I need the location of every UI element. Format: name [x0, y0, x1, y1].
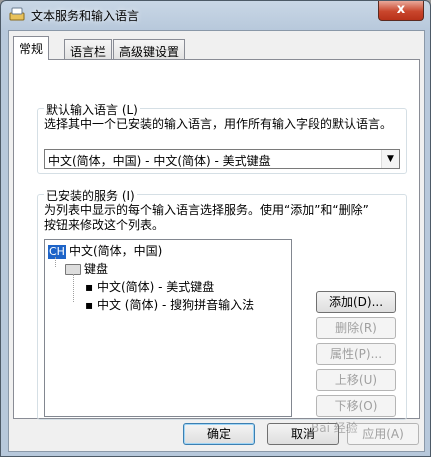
tab-language-bar[interactable]: 语言栏: [64, 39, 113, 59]
bullet-icon: ▪: [85, 280, 97, 294]
language-badge: CH: [48, 244, 66, 259]
installed-services-title: 已安装的服务 (I): [44, 187, 137, 204]
tree-item-label: 中文(简体) - 美式键盘: [96, 280, 215, 294]
app-icon: [9, 7, 25, 21]
add-button[interactable]: 添加(D)...: [316, 291, 396, 313]
close-button[interactable]: x: [378, 1, 424, 21]
installed-services-description-1: 为列表中显示的每个输入语言选择服务。使用“添加”和“删除”: [44, 203, 369, 217]
default-language-description: 选择其中一个已安装的输入语言，用作所有输入字段的默认语言。: [44, 117, 393, 131]
default-language-value: 中文(简体，中国) - 中文(简体) - 美式键盘: [48, 154, 271, 168]
default-language-group: 默认输入语言 (L) 选择其中一个已安装的输入语言，用作所有输入字段的默认语言。…: [37, 101, 407, 174]
move-up-button[interactable]: 上移(U): [316, 369, 396, 391]
installed-services-description-2: 按钮来修改这个列表。: [44, 218, 165, 232]
tree-connector: [55, 257, 56, 267]
bullet-icon: ▪: [85, 298, 97, 312]
tree-item-label: 中文 (简体) - 搜狗拼音输入法: [96, 298, 255, 312]
dialog-client: 常规 语言栏 高级键设置 默认输入语言 (L) 选择其中一个已安装的输入语言，用…: [8, 30, 425, 452]
installed-services-group: 已安装的服务 (I) 为列表中显示的每个输入语言选择服务。使用“添加”和“删除”…: [37, 187, 407, 420]
tree-keyboard-label: 键盘: [84, 262, 109, 276]
tree-node-language[interactable]: CH 中文(简体，中国): [48, 242, 162, 259]
chevron-down-icon[interactable]: ▼: [381, 150, 399, 168]
default-language-select[interactable]: 中文(简体，中国) - 中文(简体) - 美式键盘 ▼: [44, 149, 400, 169]
move-down-button[interactable]: 下移(O): [316, 395, 396, 417]
tree-connector: [73, 274, 74, 302]
tab-advanced-key-settings[interactable]: 高级键设置: [113, 39, 186, 59]
ok-button[interactable]: 确定: [183, 423, 255, 445]
installed-services-tree[interactable]: CH 中文(简体，中国) 键盘 ▪ 中文(简体) - 美式键盘 ▪ 中文 (简体)…: [44, 239, 292, 417]
watermark: Bai 经验: [311, 421, 358, 435]
tab-panel-general: 默认输入语言 (L) 选择其中一个已安装的输入语言，用作所有输入字段的默认语言。…: [13, 59, 420, 420]
tree-language-label: 中文(简体，中国): [68, 244, 163, 258]
tree-node-keyboard[interactable]: 键盘: [65, 260, 108, 277]
remove-button[interactable]: 删除(R): [316, 317, 396, 339]
window-title: 文本服务和输入语言: [31, 9, 140, 23]
tab-general[interactable]: 常规: [13, 36, 50, 60]
properties-button[interactable]: 属性(P)...: [316, 343, 396, 365]
default-language-title: 默认输入语言 (L): [44, 101, 140, 118]
dialog-window: 文本服务和输入语言 x 常规 语言栏 高级键设置 默认输入语言 (L) 选择其中…: [0, 0, 431, 457]
tree-item-sogou-pinyin[interactable]: ▪ 中文 (简体) - 搜狗拼音输入法: [85, 296, 254, 313]
tree-item-us-keyboard[interactable]: ▪ 中文(简体) - 美式键盘: [85, 278, 214, 295]
title-bar[interactable]: 文本服务和输入语言 x: [1, 1, 430, 29]
